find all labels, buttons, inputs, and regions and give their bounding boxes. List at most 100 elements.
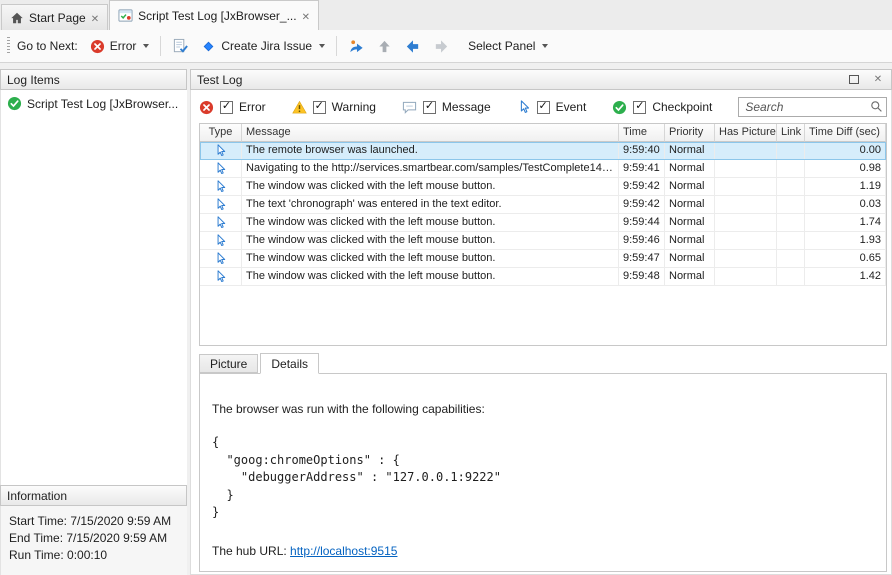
row-has-picture-cell <box>715 232 777 250</box>
back-button[interactable] <box>398 34 427 59</box>
row-has-picture-cell <box>715 178 777 196</box>
warning-filter-checkbox[interactable] <box>313 101 326 114</box>
log-row[interactable]: The text 'chronograph' was entered in th… <box>200 196 886 214</box>
log-items-header: Log Items <box>0 69 187 90</box>
create-jira-issue-button[interactable]: Create Jira Issue <box>195 35 331 58</box>
go-up-button[interactable] <box>371 35 398 58</box>
row-priority-cell: Normal <box>665 214 715 232</box>
jira-diamond-icon <box>201 39 216 54</box>
column-header-time-diff[interactable]: Time Diff (sec) <box>805 124 886 142</box>
row-time-diff-cell: 0.03 <box>805 196 886 214</box>
row-priority-cell: Normal <box>665 232 715 250</box>
error-filter-checkbox[interactable] <box>220 101 233 114</box>
log-row[interactable]: The window was clicked with the left mou… <box>200 232 886 250</box>
error-icon <box>199 100 214 115</box>
log-row[interactable]: Navigating to the http://services.smartb… <box>200 160 886 178</box>
post-issue-button[interactable] <box>166 34 195 59</box>
row-time-diff-cell: 1.93 <box>805 232 886 250</box>
tab-details[interactable]: Details <box>260 353 319 374</box>
restore-icon <box>849 75 859 84</box>
float-panel-button[interactable] <box>847 73 861 87</box>
column-header-has-picture[interactable]: Has Picture <box>715 124 777 142</box>
row-priority-cell: Normal <box>665 268 715 286</box>
close-tab-icon[interactable] <box>302 9 310 23</box>
toolbar-grip[interactable] <box>7 37 10 55</box>
forward-button[interactable] <box>427 34 456 59</box>
tab-script-test-log[interactable]: Script Test Log [JxBrowser_... <box>109 0 319 30</box>
checkpoint-filter-checkbox[interactable] <box>633 101 646 114</box>
log-row[interactable]: The window was clicked with the left mou… <box>200 214 886 232</box>
chevron-down-icon <box>143 44 149 48</box>
row-priority-cell: Normal <box>665 160 715 178</box>
column-header-time[interactable]: Time <box>619 124 665 142</box>
column-header-type[interactable]: Type <box>200 124 242 142</box>
event-cursor-icon <box>214 252 227 265</box>
log-row[interactable]: The remote browser was launched. 9:59:40… <box>200 142 886 160</box>
close-tab-icon[interactable] <box>91 11 99 25</box>
row-message-cell: Navigating to the http://services.smartb… <box>242 160 619 178</box>
forward-arrow-icon <box>433 38 450 55</box>
document-tabbar: Start Page Script Test Log [JxBrowser_..… <box>0 0 892 30</box>
error-icon <box>90 39 105 54</box>
filter-checkpoint: Checkpoint <box>612 100 712 115</box>
row-time-cell: 9:59:47 <box>619 250 665 268</box>
information-body: Start Time: 7/15/2020 9:59 AM End Time: … <box>0 506 187 575</box>
filter-warning: Warning <box>292 100 376 115</box>
goto-next-error-button[interactable]: Error <box>84 35 156 58</box>
row-type-cell <box>200 160 242 178</box>
goto-next-label: Go to Next: <box>17 39 78 53</box>
post-defect-icon <box>348 38 365 55</box>
filter-event: Event <box>517 100 587 114</box>
log-items-panel: Log Items Script Test Log [JxBrowser... … <box>0 64 187 575</box>
event-cursor-icon <box>214 270 227 283</box>
tab-picture[interactable]: Picture <box>199 354 258 373</box>
row-link-cell <box>777 160 805 178</box>
toolbar-separator <box>336 36 337 56</box>
event-filter-checkbox[interactable] <box>537 101 550 114</box>
toolbar-separator <box>160 36 161 56</box>
column-header-message[interactable]: Message <box>242 124 619 142</box>
log-table-body: The remote browser was launched. 9:59:40… <box>200 142 886 345</box>
log-row[interactable]: The window was clicked with the left mou… <box>200 178 886 196</box>
checkmark-icon <box>7 96 22 111</box>
row-link-cell <box>777 214 805 232</box>
row-priority-cell: Normal <box>665 178 715 196</box>
row-link-cell <box>777 178 805 196</box>
column-header-priority[interactable]: Priority <box>665 124 715 142</box>
column-header-link[interactable]: Link <box>777 124 805 142</box>
row-type-cell <box>200 142 242 160</box>
hub-url-label: The hub URL: <box>212 544 290 558</box>
tree-item-script-test-log[interactable]: Script Test Log [JxBrowser... <box>1 90 187 111</box>
row-has-picture-cell <box>715 250 777 268</box>
close-panel-button[interactable] <box>871 73 885 87</box>
tree-item-label: Script Test Log [JxBrowser... <box>27 97 178 111</box>
chevron-down-icon <box>319 44 325 48</box>
hub-url-link[interactable]: http://localhost:9515 <box>290 544 397 558</box>
tab-label: Script Test Log [JxBrowser_... <box>138 9 297 23</box>
message-filter-checkbox[interactable] <box>423 101 436 114</box>
search-input[interactable] <box>738 97 887 117</box>
information-header: Information <box>0 485 187 506</box>
log-row[interactable]: The window was clicked with the left mou… <box>200 268 886 286</box>
row-type-cell <box>200 178 242 196</box>
log-row[interactable]: The window was clicked with the left mou… <box>200 250 886 268</box>
search-icon[interactable] <box>870 100 883 113</box>
tab-start-page[interactable]: Start Page <box>1 4 108 30</box>
post-defect-button[interactable] <box>342 34 371 59</box>
row-time-diff-cell: 1.42 <box>805 268 886 286</box>
row-time-cell: 9:59:48 <box>619 268 665 286</box>
filter-bar: Error Warning Message <box>199 94 887 120</box>
select-panel-button[interactable]: Select Panel <box>462 35 554 57</box>
row-message-cell: The window was clicked with the left mou… <box>242 232 619 250</box>
message-icon <box>402 100 417 115</box>
row-has-picture-cell <box>715 160 777 178</box>
event-cursor-icon <box>214 216 227 229</box>
log-table-header: Type Message Time Priority Has Picture L… <box>200 124 886 142</box>
start-time-text: Start Time: 7/15/2020 9:59 AM <box>9 513 179 530</box>
row-time-diff-cell: 0.65 <box>805 250 886 268</box>
row-message-cell: The window was clicked with the left mou… <box>242 268 619 286</box>
event-cursor-icon <box>214 144 227 157</box>
row-message-cell: The window was clicked with the left mou… <box>242 178 619 196</box>
test-log-title: Test Log <box>197 73 242 87</box>
row-time-cell: 9:59:46 <box>619 232 665 250</box>
